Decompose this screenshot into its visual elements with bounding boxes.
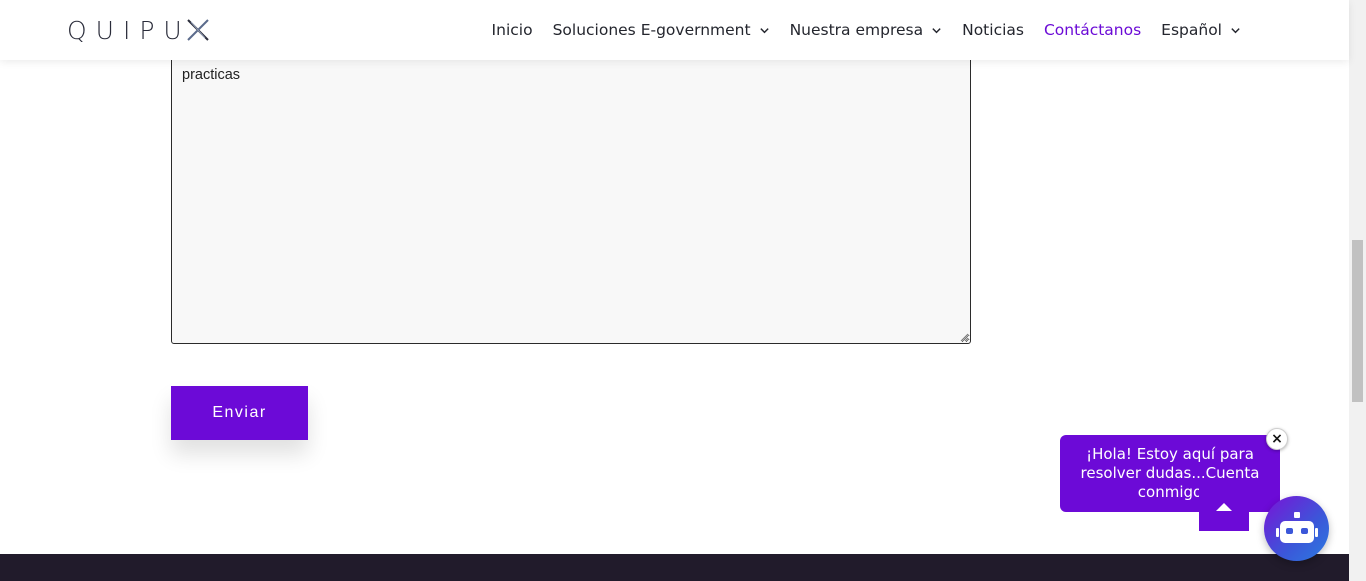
page-scrollbar[interactable] <box>1349 0 1366 581</box>
nav-item-inicio[interactable]: Inicio <box>482 0 543 60</box>
nav-item-label: Inicio <box>491 21 533 39</box>
caret-up-icon <box>1216 502 1232 511</box>
logo-text: QUIPU <box>67 15 191 45</box>
nav-item-language[interactable]: Español <box>1151 0 1251 60</box>
robot-icon <box>1275 511 1318 543</box>
nav-item-label: Contáctanos <box>1043 21 1142 39</box>
chevron-down-icon <box>1231 27 1240 33</box>
close-icon: × <box>1271 431 1283 447</box>
message-textarea[interactable]: practicas <box>171 50 971 344</box>
nav-item-soluciones[interactable]: Soluciones E-government <box>543 0 780 60</box>
nav-item-label: Noticias <box>962 21 1024 39</box>
chevron-down-icon <box>932 27 941 33</box>
nav-item-contactanos[interactable]: Contáctanos <box>1034 0 1151 60</box>
nav-item-label: Soluciones E-government <box>552 21 751 39</box>
nav-item-label: Nuestra empresa <box>789 21 924 39</box>
main-nav: Inicio Soluciones E-government Nuestra e… <box>482 0 1251 60</box>
logo-x-icon <box>187 19 209 41</box>
quipux-logo[interactable]: QUIPU <box>67 14 211 46</box>
nav-item-nuestra-empresa[interactable]: Nuestra empresa <box>780 0 953 60</box>
chatbot-button[interactable] <box>1264 496 1329 561</box>
site-footer <box>0 554 1349 581</box>
nav-item-noticias[interactable]: Noticias <box>952 0 1034 60</box>
submit-button[interactable]: Enviar <box>171 386 308 440</box>
site-header: QUIPU Inicio Soluciones E-government Nue… <box>0 0 1349 60</box>
scrollbar-thumb[interactable] <box>1352 240 1363 402</box>
nav-item-label: Español <box>1161 21 1222 39</box>
chat-close-button[interactable]: × <box>1266 428 1288 450</box>
scroll-to-top-button[interactable] <box>1199 482 1249 531</box>
resize-grip-icon[interactable] <box>960 333 969 342</box>
chevron-down-icon <box>759 27 769 33</box>
